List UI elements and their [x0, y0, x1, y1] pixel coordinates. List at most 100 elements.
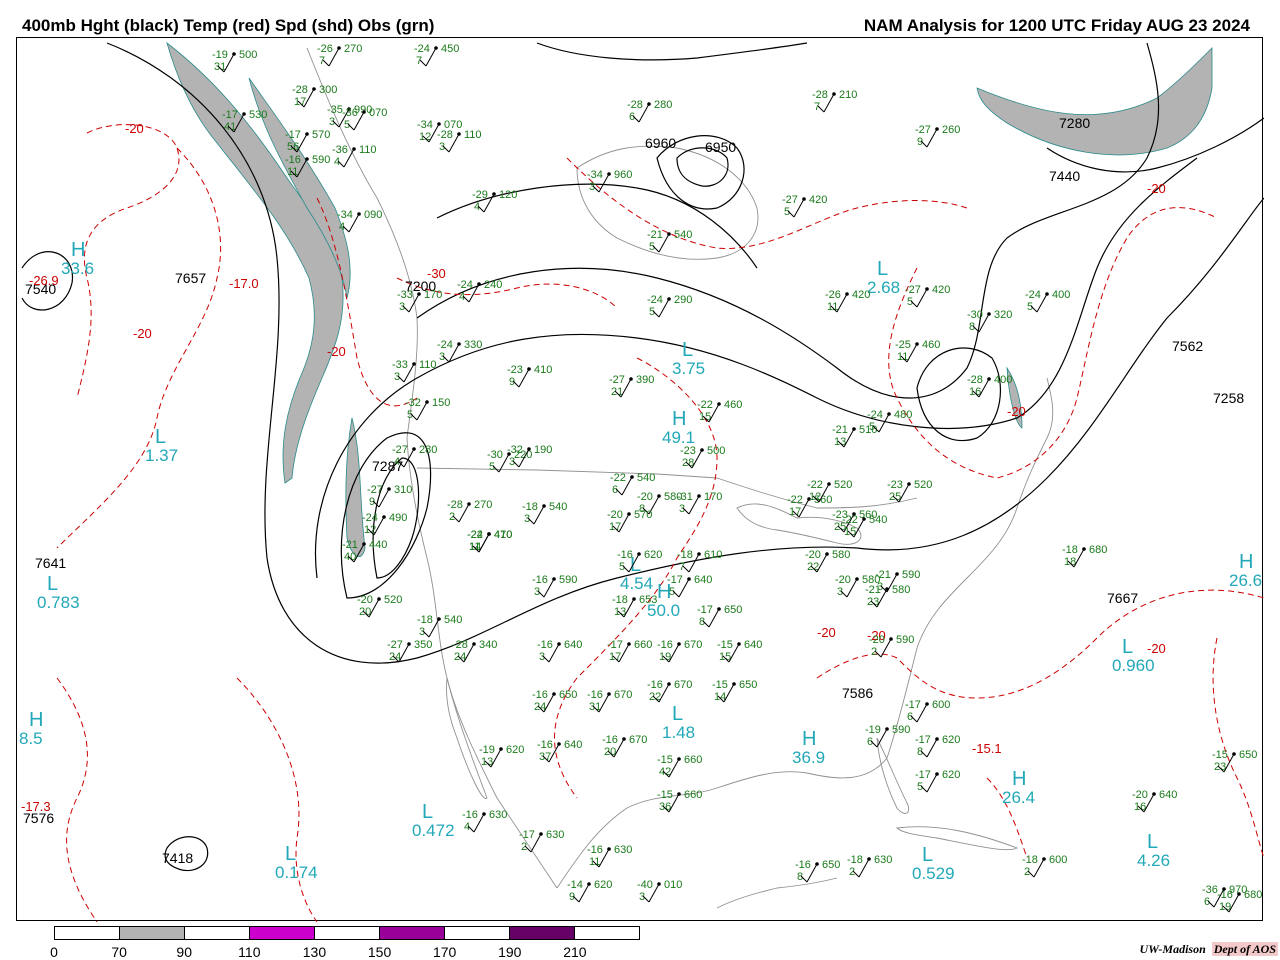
station-height: 620	[644, 549, 662, 561]
temperature-label: -20	[327, 344, 346, 359]
speed-extremum-value: 8.5	[19, 729, 43, 748]
station-plot: -30 3208	[967, 309, 1012, 333]
station-plot: -24 2905	[647, 294, 692, 318]
station-plot: -16 6304	[462, 809, 507, 833]
colorbar-label: 150	[367, 944, 392, 960]
station-temp: -22	[610, 472, 626, 484]
station-temp: -22	[467, 529, 483, 541]
station-height: 590	[902, 569, 920, 581]
chart-title-right: NAM Analysis for 1200 UTC Friday AUG 23 …	[863, 16, 1250, 35]
speed-extremum-value: 0.960	[1112, 656, 1155, 675]
station-height: 320	[994, 309, 1012, 321]
station-height: 440	[369, 539, 387, 551]
station-height: 480	[894, 409, 912, 421]
credit-dept: Dept of AOS	[1211, 942, 1278, 956]
temperature-label: -17.3	[21, 799, 51, 814]
speed-extremum-letter: H	[29, 709, 43, 731]
station-plot: -23 4109	[507, 364, 552, 388]
speed-extremum-letter: L	[672, 703, 683, 725]
station-plot: -33 1703	[397, 289, 442, 313]
speed-extremum: L1.37	[145, 426, 178, 465]
station-temp: -27	[387, 639, 403, 651]
station-plot: -18 5403	[522, 501, 567, 525]
station-plot: -22 46015	[697, 399, 742, 423]
station-plot: -18 6002	[1022, 854, 1067, 878]
station-height: 590	[896, 634, 914, 646]
station-height: 650	[724, 604, 742, 616]
station-height: 650	[559, 689, 577, 701]
height-label: 6960	[645, 135, 676, 151]
station-temp: -24	[647, 294, 663, 306]
station-height: 270	[344, 43, 362, 55]
station-temp: -28	[292, 84, 308, 96]
temperature-label: -20	[817, 625, 836, 640]
station-height: 340	[479, 639, 497, 651]
station-plot: -17 66017	[607, 639, 652, 663]
height-label: 7418	[162, 850, 193, 866]
station-plot: -16 6403	[537, 639, 582, 663]
temperature-label: -15.1	[972, 741, 1002, 756]
station-temp: -24	[1025, 289, 1041, 301]
credit-org: UW-Madison	[1139, 942, 1206, 956]
station-temp: -34	[587, 169, 603, 181]
station-height: 240	[484, 279, 502, 291]
station-plot: -15 65014	[712, 679, 757, 703]
colorbar-segment	[250, 927, 315, 939]
station-plot: -21 58023	[865, 584, 910, 608]
station-plot: -19 62013	[479, 744, 524, 768]
station-plot: -17 6405	[667, 574, 712, 598]
station-temp: -22	[807, 479, 823, 491]
station-temp: -18	[847, 854, 863, 866]
station-temp: -25	[895, 339, 911, 351]
station-plot: -17 6006	[905, 699, 950, 723]
height-label: 7562	[1172, 338, 1203, 354]
station-height: 290	[674, 294, 692, 306]
temperature-label: -20	[1147, 641, 1166, 656]
observation-group: -24 2404-24 3303-23 4109 -27 39021-22 46015-23…	[212, 43, 1262, 913]
station-plot: -15 66042	[657, 754, 702, 778]
speed-extremum: L4.26	[1137, 831, 1170, 870]
speed-extremum: L0.472	[412, 801, 455, 840]
speed-extremum: L2.68	[867, 258, 900, 297]
station-height: 520	[384, 594, 402, 606]
station-plot: -18 5403	[417, 614, 462, 638]
speed-extremum-value: 2.68	[867, 278, 900, 297]
station-height: 600	[932, 699, 950, 711]
speed-extremum-letter: L	[682, 339, 693, 361]
station-height: 260	[942, 124, 960, 136]
station-height: 350	[414, 639, 432, 651]
station-temp: -15	[717, 639, 733, 651]
station-plot: -24 49012	[362, 512, 407, 536]
station-height: 540	[444, 614, 462, 626]
colorbar-segment	[120, 927, 185, 939]
colorbar-segment	[315, 927, 380, 939]
station-height: 070	[444, 119, 462, 131]
height-label: 7586	[842, 685, 873, 701]
station-temp: -17	[222, 109, 238, 121]
station-temp: -24	[437, 339, 453, 351]
station-temp: -18	[677, 549, 693, 561]
station-plot: -24 4005	[1025, 289, 1070, 313]
station-plot: -34 9603	[587, 169, 632, 193]
speed-extremum-value: 1.48	[662, 723, 695, 742]
station-plot: -20 5902	[869, 634, 914, 658]
station-height: 070	[369, 107, 387, 119]
temp-contour-9	[56, 677, 98, 922]
station-height: 460	[922, 339, 940, 351]
station-plot: -28 1103	[437, 129, 482, 153]
station-plot: -27 4205	[905, 284, 950, 308]
station-plot: -22 54015	[842, 514, 887, 538]
colorbar-segment	[380, 927, 445, 939]
station-height: 300	[319, 84, 337, 96]
station-temp: -21	[647, 229, 663, 241]
station-height: 620	[942, 769, 960, 781]
speed-extremum: H49.1	[662, 408, 695, 447]
station-temp: -28	[812, 89, 828, 101]
speed-extremum-value: 26.4	[1002, 788, 1035, 807]
station-height: 660	[684, 789, 702, 801]
station-plot: -24 4805	[867, 409, 912, 433]
station-plot: -15 66036	[657, 789, 702, 813]
height-label: 6950	[705, 139, 736, 155]
colorbar-label: 0	[50, 944, 58, 960]
speed-extremum-value: 33.6	[61, 259, 94, 278]
